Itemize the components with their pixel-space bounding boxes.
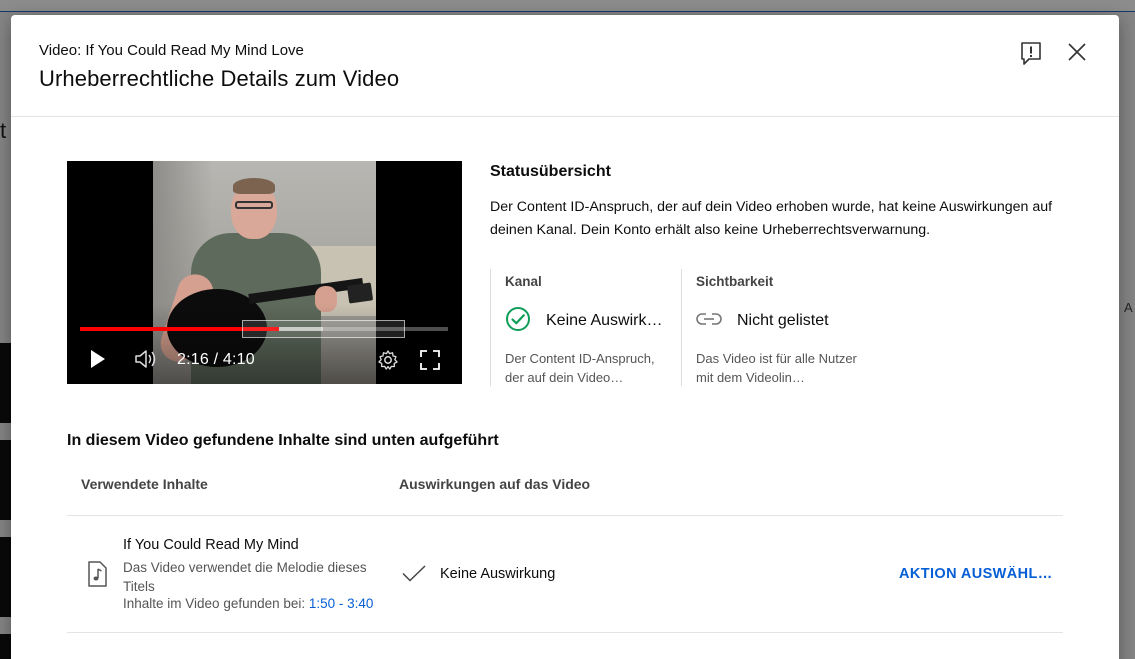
content-found-at: Inhalte im Video gefunden bei: 1:50 - 3:… — [123, 596, 373, 611]
link-icon-wrap — [696, 306, 722, 332]
background-column-fragment: A — [1124, 300, 1133, 315]
status-overview-description: Der Content ID-Anspruch, der auf dein Vi… — [490, 199, 1053, 238]
video-person-hair — [233, 178, 275, 194]
channel-label: Kanal — [505, 274, 542, 289]
fullscreen-icon — [420, 350, 440, 370]
check-icon-wrap — [401, 563, 427, 585]
report-flag-icon — [1021, 42, 1041, 65]
dialog-title: Urheberrechtliche Details zum Video — [39, 66, 400, 91]
video-person-glasses — [235, 201, 273, 209]
check-circle-icon — [506, 307, 530, 331]
link-icon — [696, 313, 722, 325]
channel-note: Der Content ID-Anspruch, der auf dein Vi… — [505, 351, 655, 385]
background-title-fragment: t — [0, 118, 7, 143]
time-display: 2:16 / 4:10 — [177, 351, 255, 368]
check-icon — [402, 565, 426, 582]
music-note-icon — [88, 561, 107, 587]
column-header-used-content: Verwendete Inhalte — [81, 476, 208, 492]
controls-gradient — [67, 304, 462, 384]
table-divider — [67, 632, 1063, 633]
dialog-header: Video: If You Could Read My Mind Love Ur… — [11, 15, 1119, 117]
visibility-note: Das Video ist für alle Nutzer mit dem Vi… — [696, 351, 857, 385]
close-icon — [1068, 43, 1086, 61]
impact-value: Keine Auswirkung — [440, 566, 556, 582]
background-topbar — [0, 0, 1135, 12]
found-content-title: In diesem Video gefundene Inhalte sind u… — [67, 432, 499, 449]
channel-status: Kanal Keine Auswirkungen Der Content ID-… — [490, 269, 680, 386]
dialog-subtitle: Video: If You Could Read My Mind Love — [39, 42, 304, 59]
video-player[interactable]: 2:16 / 4:10 — [67, 161, 462, 384]
play-icon — [91, 350, 105, 368]
select-action-button[interactable]: AKTION AUSWÄHLEN — [899, 566, 1055, 582]
close-button[interactable] — [1061, 36, 1093, 68]
content-description: Das Video verwendet die Melodie dieses T… — [123, 560, 367, 594]
found-time-link[interactable]: 1:50 - 3:40 — [309, 596, 374, 611]
scrub-preview — [242, 320, 405, 338]
visibility-label: Sichtbarkeit — [696, 274, 774, 289]
table-divider — [67, 515, 1063, 516]
fullscreen-button[interactable] — [419, 349, 441, 371]
visibility-status: Sichtbarkeit Nicht gelistet Das Video is… — [681, 269, 871, 386]
column-header-impact: Auswirkungen auf das Video — [399, 476, 591, 492]
video-guitar-headstock — [346, 282, 374, 304]
volume-icon — [135, 350, 156, 368]
copyright-details-dialog: Video: If You Could Read My Mind Love Ur… — [11, 15, 1119, 659]
volume-button[interactable] — [134, 348, 160, 370]
play-button[interactable] — [87, 348, 109, 370]
visibility-value: Nicht gelistet — [737, 312, 829, 329]
status-overview-title: Statusübersicht — [490, 163, 611, 180]
channel-value: Keine Auswirkungen — [546, 312, 670, 329]
music-note-icon-wrap — [86, 561, 108, 587]
found-at-label: Inhalte im Video gefunden bei: — [123, 596, 309, 611]
check-circle-icon-wrap — [505, 306, 531, 332]
settings-gear-icon — [378, 350, 398, 370]
report-button[interactable] — [1015, 38, 1047, 70]
settings-button[interactable] — [377, 349, 399, 371]
content-title: If You Could Read My Mind — [123, 537, 299, 553]
